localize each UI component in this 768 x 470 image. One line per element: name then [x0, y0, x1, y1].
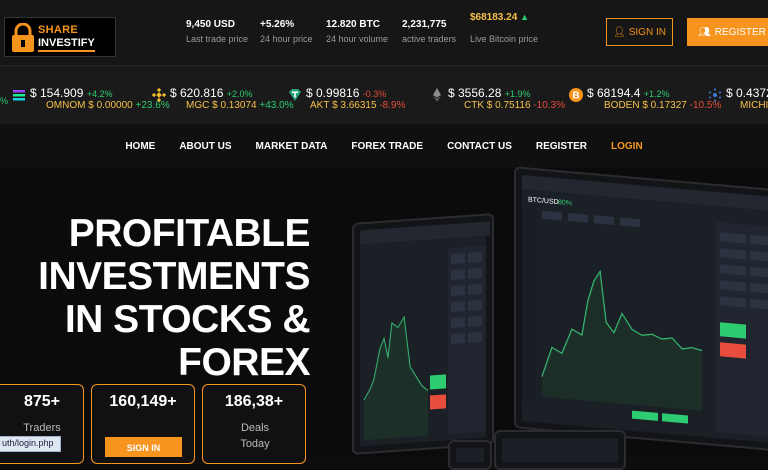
stat-value: $68183.24	[470, 12, 518, 23]
headline-line: PROFITABLE	[68, 212, 311, 255]
top-header: SHARE INVESTIFY 9,450 USD Last trade pri…	[0, 0, 768, 66]
svg-text:80%: 80%	[558, 199, 572, 207]
crypto-ticker: % $ 154.909 +4.2% OMNOM $ 0.00000 +23.6%…	[0, 66, 768, 124]
ticker-change: +2.0%	[226, 89, 253, 99]
ticker-sub-item: MGC $ 0.13074 +43.0%	[186, 100, 294, 111]
ticker-change: +1.2%	[643, 89, 670, 99]
ethereum-icon	[433, 88, 441, 102]
user-plus-icon: 👥︎	[698, 26, 711, 38]
stat-card-deals: 186,38+ Deals Today	[202, 384, 306, 464]
phone-mockup	[448, 440, 492, 470]
nav-contact-us[interactable]: CONTACT US	[435, 141, 524, 152]
nav-home[interactable]: HOME	[113, 141, 167, 152]
ticker-sub-name: AKT	[310, 100, 330, 111]
register-button[interactable]: 👥︎ REGISTER	[687, 18, 768, 46]
ticker-price: $ 0.99816	[306, 86, 360, 100]
cardano-icon	[709, 88, 721, 102]
ticker-price: $ 68194.4	[587, 86, 641, 100]
stat-label: 24 hour volume	[326, 34, 389, 44]
svg-text:B: B	[572, 91, 579, 102]
headline-line: INVESTMENTS	[38, 255, 310, 298]
card-number: 186,38+	[224, 393, 284, 410]
ticker-change: -0.3%	[362, 89, 387, 99]
chart-graphic: BTC/USD 80%	[522, 174, 768, 438]
laptop-mockup	[494, 430, 626, 470]
stat-value: +5.26%	[260, 19, 295, 30]
nav-about-us[interactable]: ABOUT US	[167, 141, 243, 152]
stat-value: 2,231,775	[402, 19, 447, 30]
tether-icon	[289, 89, 301, 101]
sign-in-label: SIGN IN	[628, 26, 666, 38]
binance-icon	[152, 88, 166, 102]
stat-24h-volume: 12.820 BTC 24 hour volume	[326, 19, 388, 44]
solana-icon	[13, 90, 25, 101]
ticker-sub-price: $ 0.17327	[642, 100, 687, 111]
ticker-sub-change: -8.9%	[379, 100, 406, 111]
nav-login[interactable]: LOGIN	[599, 141, 655, 152]
ticker-sub-item: MICHI	[740, 100, 768, 111]
trading-screen: BTC/USD 80%	[522, 174, 768, 444]
headline-line: IN STOCKS &	[64, 298, 311, 341]
logo-line-1: SHARE	[38, 24, 79, 36]
ticker-sub-name: OMNOM	[46, 100, 86, 111]
trading-screen	[502, 438, 618, 462]
monitor-mockup: BTC/USD 80%	[514, 166, 768, 452]
stat-live-bitcoin: $68183.24 ▲ Live Bitcoin price	[470, 12, 538, 44]
nav-market-data[interactable]: MARKET DATA	[244, 141, 340, 152]
ticker-change: +1.9%	[504, 89, 531, 99]
stat-24h-price: +5.26% 24 hour price	[260, 19, 313, 44]
stat-value: 9,450 USD	[186, 19, 235, 30]
card-number: 875+	[23, 393, 61, 410]
ticker-sub-change: -10.3%	[533, 100, 565, 111]
logo-line-2: INVESTIFY	[38, 37, 95, 52]
ticker-price: $ 154.909	[30, 86, 84, 100]
stat-active-traders: 2,231,775 active traders	[402, 19, 456, 44]
register-label: REGISTER	[714, 26, 766, 38]
ticker-sub-item: AKT $ 3.66315 -8.9%	[310, 100, 405, 111]
ticker-price: $ 620.816	[170, 86, 224, 100]
stat-label: active traders	[402, 34, 457, 44]
svg-text:BTC/USD: BTC/USD	[528, 197, 559, 207]
logo[interactable]: SHARE INVESTIFY	[4, 17, 116, 57]
user-icon: 👤︎	[613, 26, 626, 38]
nav-forex-trade[interactable]: FOREX TRADE	[339, 141, 435, 152]
nav-register[interactable]: REGISTER	[524, 141, 599, 152]
sign-in-button[interactable]: 👤︎ SIGN IN	[606, 18, 673, 46]
hero-headline: PROFITABLE INVESTMENTS IN STOCKS & FOREX	[38, 212, 310, 384]
headline-line: FOREX	[178, 341, 310, 384]
arrow-up-icon: ▲	[520, 12, 529, 22]
ticker-sub-price: $ 0.75116	[486, 100, 531, 111]
card-number: 160,149+	[109, 393, 177, 410]
stat-label: Live Bitcoin price	[470, 34, 539, 44]
tablet-mockup	[352, 213, 494, 455]
ticker-sub-item: BODEN $ 0.17327 -10.5%	[604, 100, 721, 111]
ticker-sub-item: CTK $ 0.75116 -10.3%	[464, 100, 565, 111]
stat-last-trade: 9,450 USD Last trade price	[186, 19, 248, 44]
ticker-sub-price: $ 3.66315	[332, 100, 377, 111]
ticker-sub-name: MGC	[186, 100, 210, 111]
ticker-sub-price: $ 0.00000	[88, 100, 133, 111]
ticker-sub-price: $ 0.13074	[212, 100, 257, 111]
stat-card-traders: 875+ Traders	[0, 384, 84, 464]
card-label: Deals Today	[240, 422, 270, 450]
stat-label: 24 hour price	[260, 34, 313, 44]
browser-status-url: uth/login.php	[0, 436, 61, 452]
ticker-price: $ 3556.28	[448, 86, 502, 100]
stat-value: 12.820 BTC	[326, 19, 380, 30]
chart-graphic	[360, 221, 490, 441]
trading-screen	[360, 221, 490, 447]
card-sign-in-button[interactable]: SIGN IN	[105, 437, 182, 457]
trading-screen	[456, 448, 484, 462]
ticker-price: $ 0.4372	[726, 86, 768, 100]
ticker-change: +4.2%	[86, 89, 113, 99]
ticker-sub-name: BODEN	[604, 100, 640, 111]
main-nav: HOME ABOUT US MARKET DATA FOREX TRADE CO…	[0, 124, 768, 168]
stat-label: Last trade price	[186, 34, 249, 44]
ticker-sub-name: MICHI	[740, 100, 768, 111]
padlock-icon	[12, 23, 34, 52]
ticker-sub-name: CTK	[464, 100, 484, 111]
card-label: Traders	[23, 422, 61, 434]
bitcoin-icon: B	[569, 88, 583, 102]
stat-card-signin: 160,149+ SIGN IN	[91, 384, 195, 464]
